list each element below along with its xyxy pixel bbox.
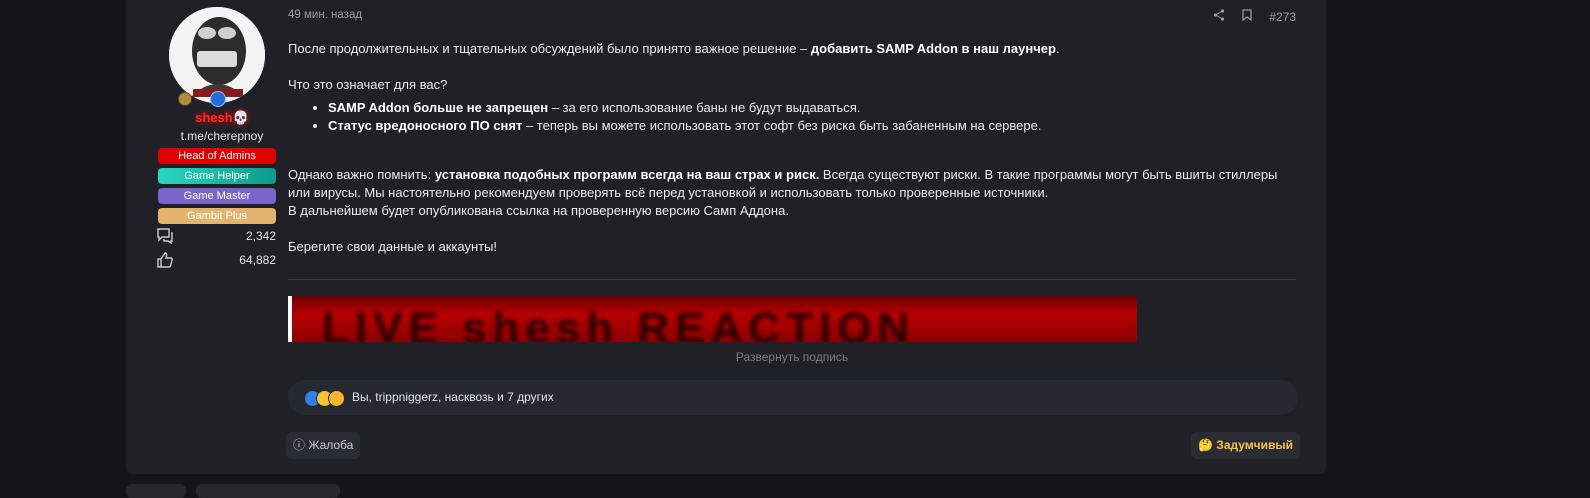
reactions-count: 64,882 xyxy=(239,253,276,267)
bottom-button[interactable] xyxy=(126,484,186,498)
point-bold: Статус вредоносного ПО снят xyxy=(328,118,523,133)
intro-paragraph: После продолжительных и тщательных обсуж… xyxy=(288,40,1296,58)
list-item: Статус вредоносного ПО снят – теперь вы … xyxy=(328,117,1296,135)
signature-divider xyxy=(288,279,1296,280)
warning-paragraph: Однако важно помнить: установка подобных… xyxy=(288,166,1296,202)
post-actions: #273 xyxy=(1199,9,1296,25)
expand-signature-link[interactable]: Развернуть подпись xyxy=(288,350,1296,364)
link-note-paragraph: В дальнейшем будет опубликована ссылка н… xyxy=(288,203,789,218)
shield-icon[interactable] xyxy=(210,91,226,107)
question-paragraph: Что это означает для вас? xyxy=(288,77,448,92)
bottom-button[interactable] xyxy=(196,484,340,498)
list-item: SAMP Addon больше не запрещен – за его и… xyxy=(328,99,1296,117)
warning-text: Однако важно помнить: xyxy=(288,167,435,182)
post-number-link[interactable]: #273 xyxy=(1269,10,1296,24)
username-text[interactable]: shesh xyxy=(195,110,233,125)
signature-banner-art: LIVE shesh REACTION xyxy=(322,304,916,342)
medal-icon[interactable] xyxy=(178,92,192,106)
closing-paragraph: Берегите свои данные и аккаунты! xyxy=(288,239,498,254)
role-banner-head-of-admins: Head of Admins xyxy=(158,148,276,164)
forum-post: shesh💀 t.me/cherepnoy Head of Admins Gam… xyxy=(126,0,1326,474)
reaction-label: Задумчивый xyxy=(1216,438,1293,452)
report-button[interactable]: ⓘ Жалоба xyxy=(286,432,361,459)
reactions-bar[interactable]: Вы, trippniggerz, насквозь и 7 других xyxy=(288,380,1298,415)
warning-bold: установка подобных программ всегда на ва… xyxy=(434,167,820,182)
user-custom-title: t.me/cherepnoy xyxy=(180,129,264,143)
point-text: – за его использование баны не будут выд… xyxy=(548,100,861,115)
username[interactable]: shesh💀 xyxy=(142,110,302,126)
points-list: SAMP Addon больше не запрещен – за его и… xyxy=(288,99,1296,135)
post-body: После продолжительных и тщательных обсуж… xyxy=(288,40,1296,256)
intro-bold: добавить SAMP Addon в наш лаунчер xyxy=(810,41,1056,56)
report-icon: ⓘ xyxy=(293,438,306,452)
user-avatar[interactable] xyxy=(169,7,265,103)
report-label: Жалоба xyxy=(308,438,354,452)
intro-text: После продолжительных и тщательных обсуж… xyxy=(288,41,811,56)
reaction-button[interactable]: 🤔 Задумчивый xyxy=(1191,432,1300,459)
reactions-stat: 64,882 xyxy=(156,251,276,269)
avatar-image xyxy=(169,7,265,103)
messages-count: 2,342 xyxy=(245,229,276,243)
signature-banner-image: LIVE shesh REACTION xyxy=(288,296,1137,342)
reaction-icons xyxy=(304,390,348,407)
bookmark-icon[interactable] xyxy=(1242,9,1252,24)
reactions-summary[interactable]: Вы, trippniggerz, насквозь и 7 других xyxy=(352,390,554,404)
thinking-face-icon: 🤔 xyxy=(1198,438,1213,452)
messages-icon xyxy=(157,228,173,245)
post-time[interactable]: 49 мин. назад xyxy=(288,9,362,21)
role-banner-gambit-plus: Gambit Plus xyxy=(158,208,276,224)
messages-stat: 2,342 xyxy=(156,227,276,245)
thumbs-up-icon xyxy=(157,252,173,268)
heart-eyes-icon xyxy=(328,390,345,407)
role-banner-game-helper: Game Helper xyxy=(158,168,276,184)
point-bold: SAMP Addon больше не запрещен xyxy=(328,100,549,115)
skull-icon: 💀 xyxy=(232,110,249,125)
share-icon[interactable] xyxy=(1213,9,1225,24)
role-banner-game-master: Game Master xyxy=(158,188,276,204)
intro-end: . xyxy=(1055,41,1060,56)
point-text: – теперь вы можете использовать этот соф… xyxy=(522,118,1042,133)
